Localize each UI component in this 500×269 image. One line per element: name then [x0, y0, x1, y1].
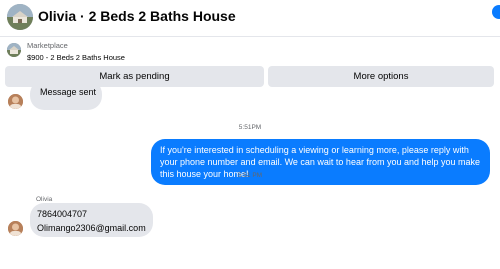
listing-thumbnail[interactable] [7, 4, 33, 30]
chat-title: Olivia · 2 Beds 2 Baths House [38, 8, 236, 24]
message-bubble-incoming[interactable]: 7864004707 Olimango2306@gmail.com [30, 203, 153, 237]
message-timestamp: 5:51PM [238, 124, 262, 131]
avatar[interactable] [8, 221, 23, 236]
house-image-icon [7, 4, 33, 30]
profile-photo-icon [8, 94, 23, 109]
message-timestamp: 5:51 PM [237, 172, 263, 179]
listing-row[interactable]: Marketplace $900 - 2 Beds 2 Baths House [0, 37, 500, 66]
avatar[interactable] [8, 94, 23, 109]
house-image-icon [7, 43, 21, 57]
listing-source: Marketplace [27, 41, 68, 50]
more-options-button[interactable]: More options [268, 66, 494, 87]
listing-name: $900 - 2 Beds 2 Baths House [27, 53, 125, 62]
email-address: Olimango2306@gmail.com [37, 223, 146, 233]
message-bubble-outgoing[interactable]: If you're interested in scheduling a vie… [151, 139, 490, 185]
chat-header: Olivia · 2 Beds 2 Baths House [0, 0, 500, 37]
message-text: Message sent [40, 87, 97, 97]
profile-photo-icon [8, 221, 23, 236]
mark-as-pending-button[interactable]: Mark as pending [5, 66, 264, 87]
header-action-icon[interactable] [492, 5, 500, 19]
sender-name: Olivia [36, 196, 53, 203]
phone-number: 7864004707 [37, 209, 88, 219]
listing-small-thumbnail [7, 43, 21, 57]
